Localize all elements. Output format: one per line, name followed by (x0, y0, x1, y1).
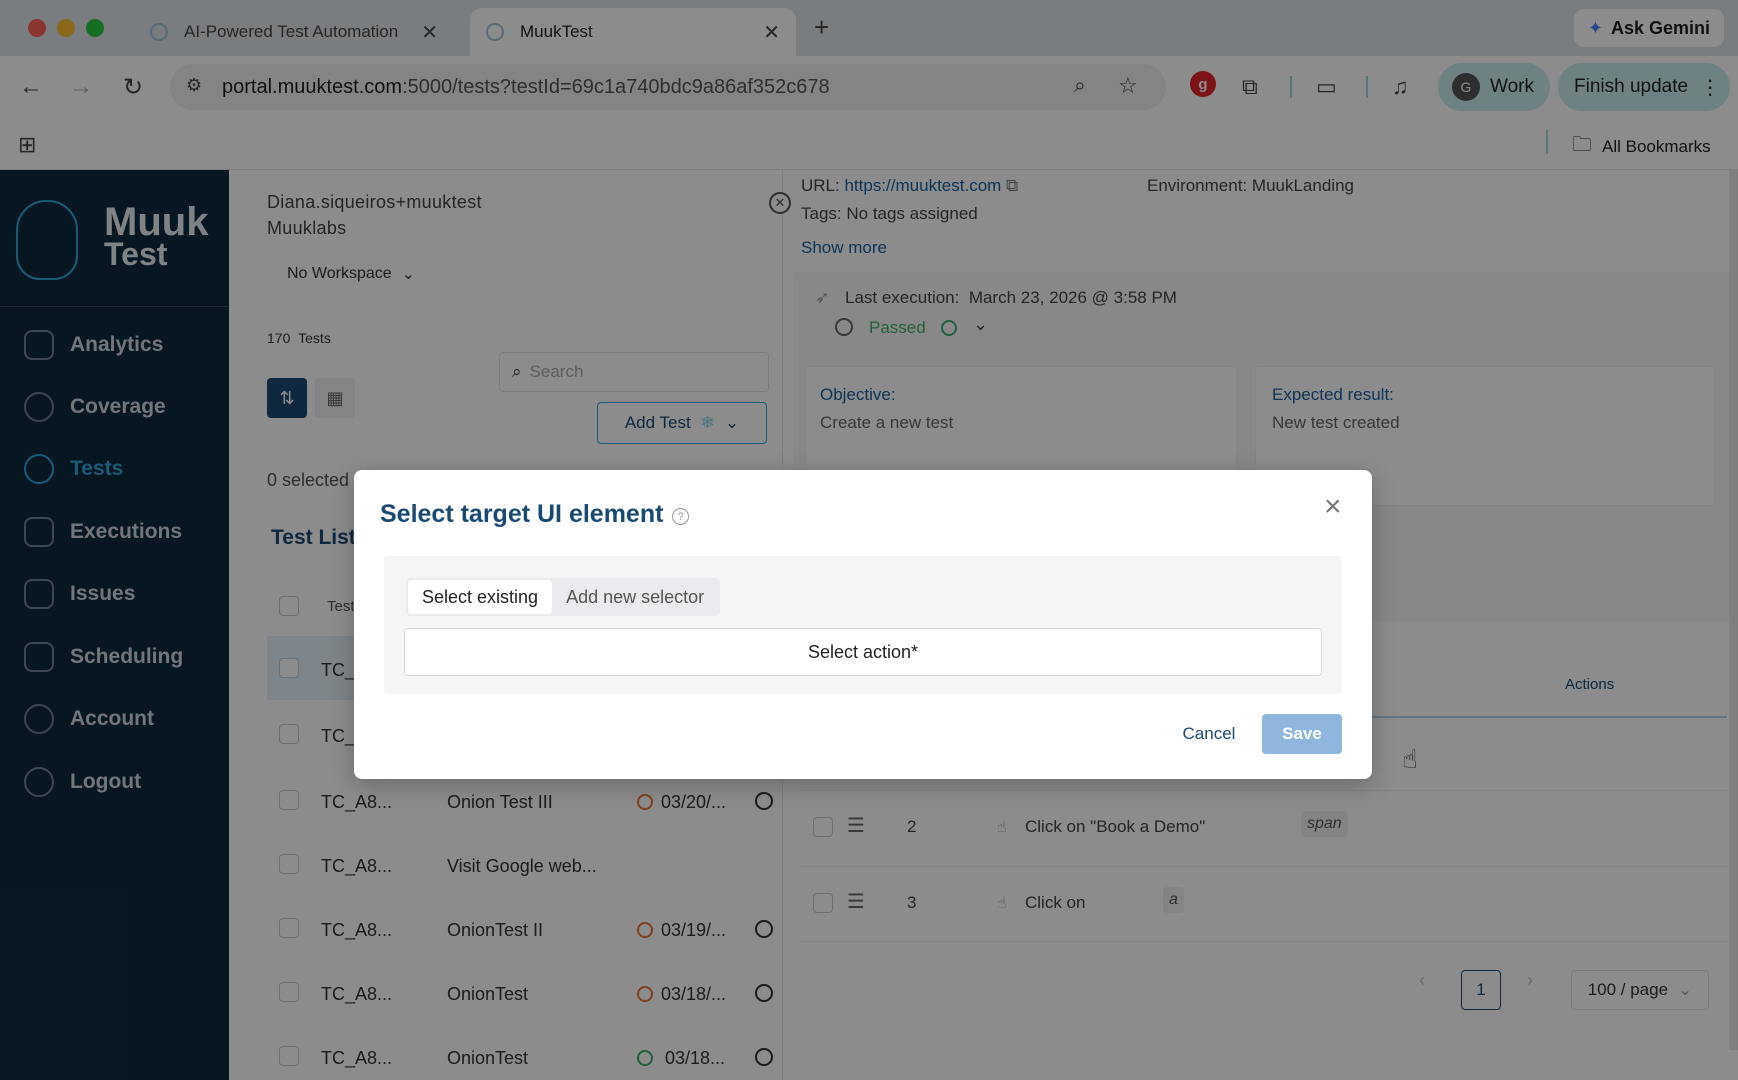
save-button[interactable]: Save (1262, 714, 1342, 754)
tab-select-existing[interactable]: Select existing (408, 580, 553, 614)
selector-panel: Select existing Add new selector Select … (384, 556, 1342, 694)
help-circle-icon[interactable]: ? (672, 508, 689, 525)
tab-add-new-selector[interactable]: Add new selector (552, 580, 718, 614)
select-action-dropdown[interactable]: Select action* (404, 628, 1322, 676)
selector-mode-segmented: Select existing Add new selector (406, 578, 721, 616)
mouse-pointer-hand-icon: ☝ (1402, 744, 1418, 774)
dialog-title: Select target UI element (380, 500, 664, 528)
close-dialog-icon[interactable]: × (1324, 490, 1342, 524)
cancel-button[interactable]: Cancel (1174, 714, 1244, 754)
select-target-element-dialog: Select target UI element ? × Select exis… (354, 470, 1372, 779)
